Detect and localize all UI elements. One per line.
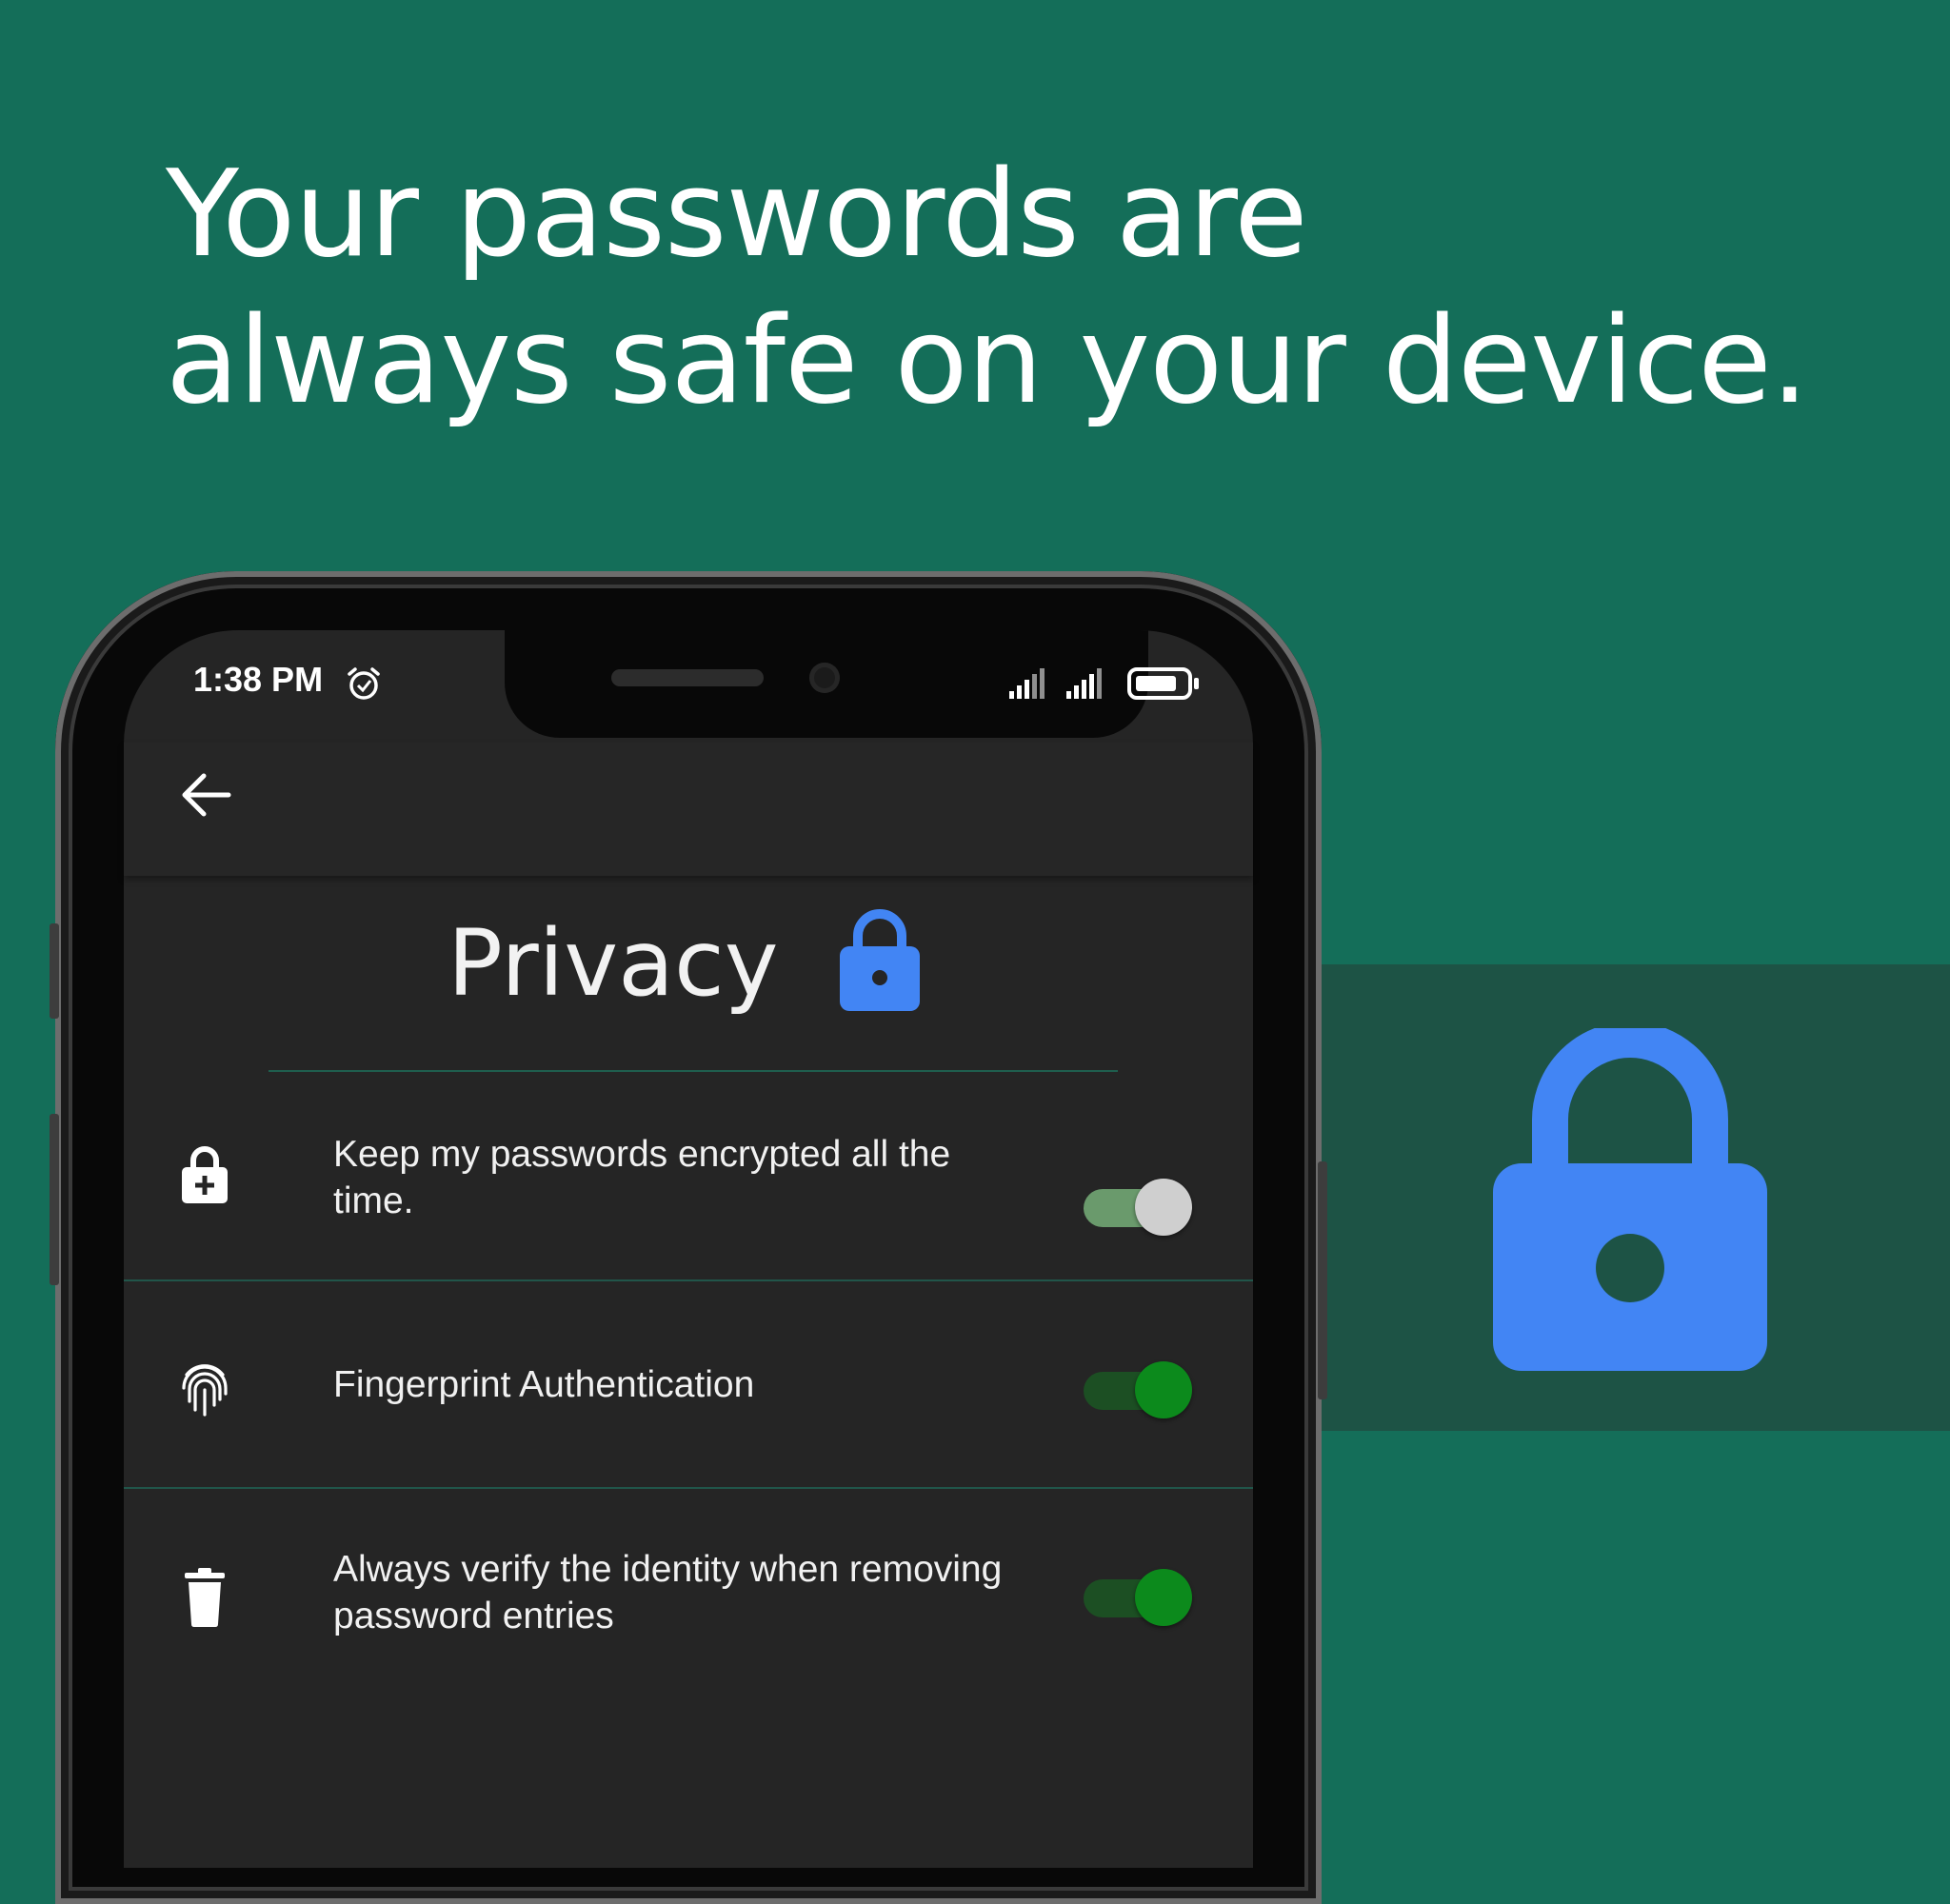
- setting-row-verify-delete[interactable]: Always verify the identity when removing…: [124, 1489, 1253, 1696]
- phone-side-button: [1318, 1161, 1327, 1399]
- headline-line-1: Your passwords are: [166, 144, 1308, 284]
- toggle-thumb: [1135, 1361, 1192, 1418]
- setting-row-encryption[interactable]: Keep my passwords encrypted all the time…: [124, 1076, 1253, 1283]
- headline: Your passwords are always safe on your d…: [166, 141, 1809, 434]
- toggle-thumb: [1135, 1569, 1192, 1626]
- phone-side-button: [50, 923, 59, 1019]
- verify-delete-toggle[interactable]: [1082, 1565, 1192, 1626]
- signal-icon: [1009, 668, 1045, 699]
- encryption-toggle[interactable]: [1082, 1175, 1192, 1236]
- page-title: Privacy: [448, 910, 779, 1017]
- headline-line-2: always safe on your device.: [166, 290, 1809, 430]
- lock-icon: [840, 909, 920, 1011]
- app-bar: [124, 743, 1253, 876]
- lock-plus-icon: [182, 1146, 228, 1203]
- setting-label: Fingerprint Authentication: [333, 1364, 755, 1405]
- back-arrow-icon[interactable]: [177, 771, 232, 819]
- status-time: 1:38 PM: [193, 660, 324, 699]
- toggle-thumb: [1135, 1179, 1192, 1236]
- phone-side-button: [50, 1114, 59, 1285]
- title-divider: [269, 1070, 1118, 1072]
- phone-speaker: [611, 669, 764, 686]
- signal-icon: [1066, 668, 1102, 699]
- battery-icon: [1127, 667, 1199, 700]
- setting-label: Keep my passwords encrypted all the time…: [333, 1134, 951, 1221]
- setting-row-fingerprint[interactable]: Fingerprint Authentication: [124, 1281, 1253, 1489]
- fingerprint-toggle[interactable]: [1082, 1358, 1192, 1418]
- setting-label: Always verify the identity when removing…: [333, 1549, 1003, 1636]
- large-lock-icon: [1493, 1028, 1767, 1371]
- phone-camera: [809, 663, 840, 693]
- alarm-icon: [348, 667, 380, 700]
- trash-icon: [185, 1568, 225, 1627]
- status-icons: [1009, 667, 1199, 700]
- fingerprint-icon: [182, 1364, 228, 1417]
